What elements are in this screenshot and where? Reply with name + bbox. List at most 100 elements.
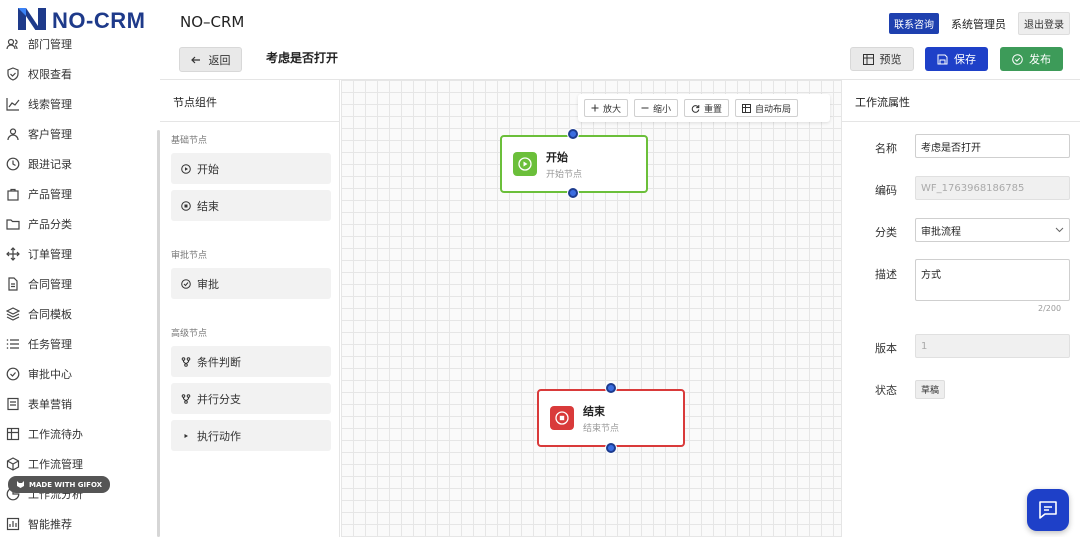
sidebar-item-label: 工作流管理 [28, 458, 83, 471]
contact-button[interactable]: 联系咨询 [889, 13, 939, 34]
sidebar-item-approvals[interactable]: 审批中心 [6, 362, 72, 386]
logout-button[interactable]: 退出登录 [1018, 12, 1070, 35]
node-title: 结束 [583, 405, 605, 418]
palette-item-start[interactable]: 开始 [171, 153, 331, 184]
clock-icon [6, 157, 20, 171]
sidebar-item-contracts[interactable]: 合同管理 [6, 272, 72, 296]
code-input: WF_1763968186785 [915, 176, 1070, 200]
palette-item-action[interactable]: 执行动作 [171, 420, 331, 451]
sidebar-item-templates[interactable]: 合同模板 [6, 302, 72, 326]
sidebar-item-customers[interactable]: 客户管理 [6, 122, 72, 146]
sidebar-item-forms[interactable]: 表单营销 [6, 392, 72, 416]
status-label: 状态 [875, 384, 897, 397]
zoom-out-label: 缩小 [653, 104, 672, 115]
user-icon [7, 128, 19, 141]
group-label: 高级节点 [171, 329, 208, 339]
code-label: 编码 [875, 184, 897, 197]
palette-item-parallel[interactable]: 并行分支 [171, 383, 331, 414]
form-icon [7, 397, 19, 411]
start-node[interactable]: 开始 开始节点 [500, 135, 648, 193]
play-icon [184, 433, 188, 438]
stop-circle-icon [550, 406, 574, 430]
name-input[interactable]: 考虑是否打开 [915, 134, 1070, 158]
palette-item-label: 条件判断 [197, 355, 241, 369]
version-input: 1 [915, 334, 1070, 358]
layers-icon [6, 307, 20, 321]
folder-icon [6, 219, 20, 230]
category-select[interactable]: 审批流程 [915, 218, 1070, 242]
sidebar-item-dept[interactable]: 部门管理 [6, 32, 72, 56]
node-palette-title: 节点组件 [173, 96, 217, 109]
sidebar-item-tasks[interactable]: 任务管理 [6, 332, 72, 356]
description-textarea[interactable]: 方式 [915, 259, 1070, 301]
divider [160, 121, 340, 122]
start-node-top-handle[interactable] [568, 129, 578, 139]
gifox-icon [17, 481, 24, 488]
palette-item-end[interactable]: 结束 [171, 190, 331, 221]
sidebar-item-wf-todo[interactable]: 工作流待办 [6, 422, 83, 446]
end-node-bottom-handle[interactable] [606, 443, 616, 453]
properties-title: 工作流属性 [855, 96, 910, 109]
node-title: 开始 [546, 151, 568, 164]
publish-button[interactable]: 发布 [1000, 47, 1063, 71]
canvas-toolbar: 放大 缩小 重置 自动布局 [578, 94, 830, 122]
group-label: 审批节点 [171, 251, 208, 261]
category-label: 分类 [875, 226, 897, 239]
chat-button[interactable] [1027, 489, 1069, 531]
plus-icon [591, 104, 599, 112]
sidebar-item-label: 工作流待办 [28, 428, 83, 441]
palette-item-approval[interactable]: 审批 [171, 268, 331, 299]
save-label: 保存 [954, 53, 976, 66]
sidebar-item-orders[interactable]: 订单管理 [6, 242, 72, 266]
admin-name[interactable]: 系统管理员 [951, 16, 1006, 32]
desc-label: 描述 [875, 268, 897, 281]
end-node[interactable]: 结束 结束节点 [537, 389, 685, 447]
preview-button[interactable]: 预览 [850, 47, 914, 71]
zoom-in-button[interactable]: 放大 [584, 99, 629, 117]
status-badge: 草稿 [915, 380, 946, 399]
start-node-bottom-handle[interactable] [568, 188, 578, 198]
category-value: 审批流程 [921, 226, 961, 238]
sidebar-item-label: 审批中心 [28, 368, 72, 381]
workflow-canvas[interactable]: 放大 缩小 重置 自动布局 开始 开始节点 结束 结束节点 [341, 80, 841, 537]
sidebar-item-categories[interactable]: 产品分类 [6, 212, 72, 236]
name-label: 名称 [875, 142, 897, 155]
sidebar-item-followup[interactable]: 跟进记录 [6, 152, 72, 176]
top-bar: NO-CRM NO–CRM 联系咨询 系统管理员 退出登录 [0, 0, 1080, 44]
zoom-in-label: 放大 [603, 104, 622, 115]
sidebar-item-leads[interactable]: 线索管理 [6, 92, 72, 116]
arrow-left-icon [190, 56, 200, 63]
palette-item-condition[interactable]: 条件判断 [171, 346, 331, 377]
palette-item-label: 审批 [197, 277, 219, 291]
sidebar-item-label: 线索管理 [28, 98, 72, 111]
bag-icon [7, 188, 19, 201]
sidebar-item-products[interactable]: 产品管理 [6, 182, 72, 206]
shield-icon [7, 67, 19, 81]
node-subtitle: 开始节点 [546, 170, 583, 180]
node-subtitle: 结束节点 [583, 424, 620, 434]
zoom-out-button[interactable]: 缩小 [634, 99, 679, 117]
sidebar-item-label: 任务管理 [28, 338, 72, 351]
reset-label: 重置 [704, 104, 723, 115]
gifox-label: MADE WITH GIFOX [29, 480, 103, 489]
play-circle-icon [181, 163, 191, 174]
sidebar-item-label: 权限查看 [28, 68, 72, 81]
save-button[interactable]: 保存 [925, 47, 988, 71]
branch-icon [181, 356, 191, 367]
chat-icon [1039, 501, 1057, 519]
version-label: 版本 [875, 342, 897, 355]
grid-icon [6, 427, 20, 441]
sidebar-item-wf-manage[interactable]: 工作流管理 [6, 452, 83, 476]
sidebar-item-recommend[interactable]: 智能推荐 [6, 512, 72, 536]
reset-button[interactable]: 重置 [684, 99, 730, 117]
sidebar-item-label: 合同模板 [28, 308, 72, 321]
end-node-top-handle[interactable] [606, 383, 616, 393]
auto-layout-button[interactable]: 自动布局 [735, 99, 799, 117]
properties-panel: 工作流属性 名称 考虑是否打开 编码 WF_1763968186785 分类 审… [841, 80, 1080, 537]
sidebar-item-perm[interactable]: 权限查看 [6, 62, 72, 86]
list-icon [6, 339, 19, 349]
palette-item-label: 开始 [197, 162, 219, 176]
stop-circle-icon [181, 200, 191, 211]
workflow-title: 考虑是否打开 [266, 51, 339, 65]
back-button[interactable]: 返回 [179, 47, 242, 72]
